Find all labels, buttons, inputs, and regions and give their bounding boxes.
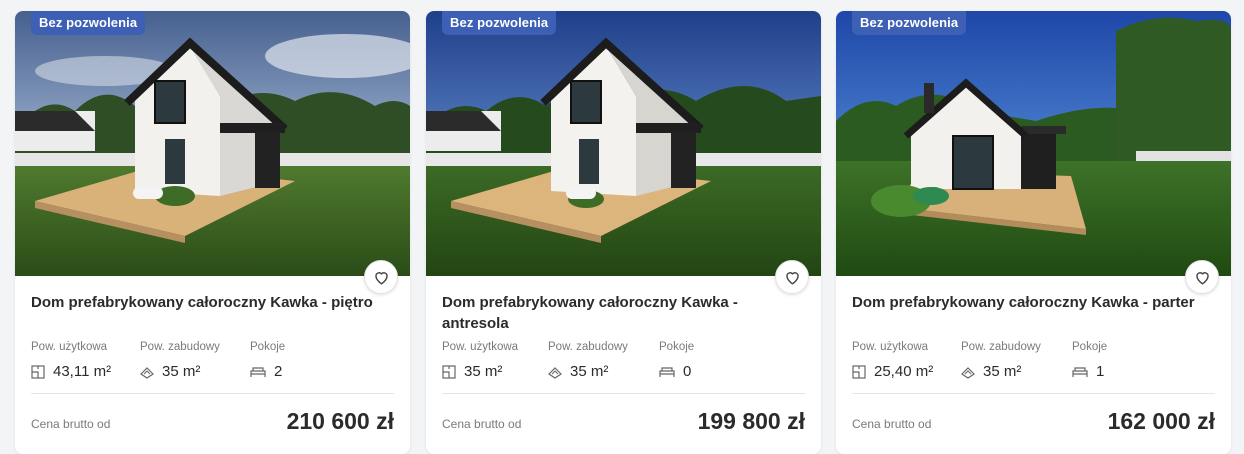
price-value: 199 800 zł: [697, 408, 805, 434]
listing-specs: Pow. użytkowa 25,40 m² Pow. zabudowy 35 …: [852, 341, 1107, 380]
rooms-value: 0: [683, 363, 692, 380]
usable-area-spec: Pow. użytkowa 43,11 m²: [31, 341, 140, 380]
house-photo[interactable]: Bez pozwolenia: [15, 11, 410, 276]
favorite-button[interactable]: [1185, 260, 1219, 294]
heart-icon: [785, 271, 799, 285]
usable-area-label: Pow. użytkowa: [852, 341, 929, 353]
price-label: Cena brutto od: [442, 417, 522, 431]
built-area-spec: Pow. zabudowy 35 m²: [140, 341, 250, 380]
price-value: 162 000 zł: [1107, 408, 1215, 434]
built-area-spec: Pow. zabudowy 35 m²: [961, 341, 1072, 380]
house-render-image: [426, 11, 821, 276]
house-photo[interactable]: Bez pozwolenia: [426, 11, 821, 276]
listing-card[interactable]: Bez pozwolenia Dom prefabrykowany całoro…: [15, 11, 410, 454]
usable-area-spec: Pow. użytkowa 35 m²: [442, 341, 548, 380]
rooms-label: Pokoje: [659, 341, 695, 353]
listings-row: Bez pozwolenia Dom prefabrykowany całoro…: [0, 0, 1244, 454]
usable-area-label: Pow. użytkowa: [442, 341, 519, 353]
favorite-button[interactable]: [364, 260, 398, 294]
floor-plan-icon: [31, 364, 45, 379]
price-label: Cena brutto od: [31, 417, 111, 431]
listing-title[interactable]: Dom prefabrykowany całoroczny Kawka - an…: [442, 292, 805, 334]
usable-area-value: 35 m²: [464, 363, 503, 380]
heart-icon: [1195, 271, 1209, 285]
bed-icon: [1072, 366, 1088, 377]
rooms-value: 2: [274, 363, 283, 380]
listing-specs: Pow. użytkowa 43,11 m² Pow. zabudowy 35 …: [31, 341, 285, 380]
house-render-image: [15, 11, 410, 276]
built-area-label: Pow. zabudowy: [140, 341, 220, 353]
rooms-label: Pokoje: [1072, 341, 1108, 353]
bed-icon: [659, 366, 675, 377]
divider: [31, 393, 394, 394]
rooms-label: Pokoje: [250, 341, 286, 353]
built-area-label: Pow. zabudowy: [961, 341, 1041, 353]
listing-title[interactable]: Dom prefabrykowany całoroczny Kawka - pa…: [852, 292, 1215, 313]
built-area-value: 35 m²: [983, 363, 1022, 380]
usable-area-value: 25,40 m²: [874, 363, 934, 380]
divider: [852, 393, 1215, 394]
usable-area-spec: Pow. użytkowa 25,40 m²: [852, 341, 961, 380]
listing-specs: Pow. użytkowa 35 m² Pow. zabudowy 35 m² …: [442, 341, 694, 380]
no-permit-badge: Bez pozwolenia: [852, 11, 967, 35]
house-render-image: [836, 11, 1231, 276]
price-value: 210 600 zł: [286, 408, 394, 434]
no-permit-badge: Bez pozwolenia: [442, 11, 557, 35]
built-area-icon: [140, 366, 154, 379]
floor-plan-icon: [852, 364, 866, 379]
listing-card[interactable]: Bez pozwolenia Dom prefabrykowany całoro…: [836, 11, 1231, 454]
built-area-value: 35 m²: [570, 363, 609, 380]
usable-area-value: 43,11 m²: [53, 363, 112, 380]
favorite-button[interactable]: [775, 260, 809, 294]
floor-plan-icon: [442, 364, 456, 379]
usable-area-label: Pow. użytkowa: [31, 341, 108, 353]
rooms-spec: Pokoje 1: [1072, 341, 1107, 380]
house-photo[interactable]: Bez pozwolenia: [836, 11, 1231, 276]
rooms-value: 1: [1096, 363, 1105, 380]
divider: [442, 393, 805, 394]
listing-title[interactable]: Dom prefabrykowany całoroczny Kawka - pi…: [31, 292, 394, 313]
rooms-spec: Pokoje 0: [659, 341, 694, 380]
listing-card[interactable]: Bez pozwolenia Dom prefabrykowany całoro…: [426, 11, 821, 454]
rooms-spec: Pokoje 2: [250, 341, 285, 380]
bed-icon: [250, 366, 266, 377]
built-area-spec: Pow. zabudowy 35 m²: [548, 341, 659, 380]
no-permit-badge: Bez pozwolenia: [31, 11, 146, 35]
built-area-icon: [548, 366, 562, 379]
heart-icon: [374, 271, 388, 285]
built-area-icon: [961, 366, 975, 379]
price-label: Cena brutto od: [852, 417, 932, 431]
built-area-label: Pow. zabudowy: [548, 341, 628, 353]
built-area-value: 35 m²: [162, 363, 201, 380]
